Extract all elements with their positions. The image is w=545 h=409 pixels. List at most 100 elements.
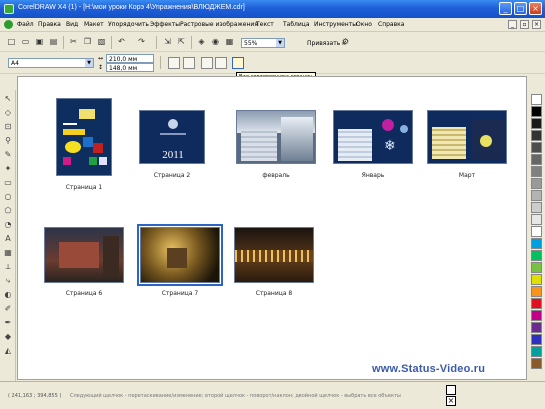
chevron-down-icon[interactable]: ▼ (85, 59, 93, 67)
copy-icon[interactable]: ❐ (82, 36, 93, 47)
menu-tools[interactable]: Инструменты (314, 21, 357, 28)
menu-bitmaps[interactable]: Растровые изображения (180, 21, 258, 28)
menu-table[interactable]: Таблица (283, 21, 310, 28)
outline-tool-icon[interactable]: ✒ (3, 318, 13, 328)
palette-swatch[interactable] (531, 214, 542, 225)
table-tool-icon[interactable]: ▦ (3, 248, 13, 258)
page-thumbnail-2[interactable]: 2011 Страница 2 (137, 110, 207, 190)
import-icon[interactable]: ⇲ (162, 36, 173, 47)
paste-icon[interactable]: ▧ (96, 36, 107, 47)
landscape-button[interactable] (183, 57, 195, 69)
application-launcher-icon[interactable]: ◈ (196, 36, 207, 47)
page-height-field[interactable]: 148,0 мм (106, 63, 154, 72)
basic-shapes-tool-icon[interactable]: ◔ (3, 220, 13, 230)
undo-icon[interactable]: ↶ (116, 36, 127, 47)
menu-help[interactable]: Справка (378, 21, 404, 28)
maximize-button[interactable]: □ (514, 2, 527, 15)
page-sorter-view-button[interactable] (232, 57, 244, 69)
all-pages-button[interactable] (201, 57, 213, 69)
palette-swatch[interactable] (531, 346, 542, 357)
page-thumbnail-4[interactable]: ❄ Январь (331, 110, 415, 190)
menu-arrange[interactable]: Упорядочить (108, 21, 149, 28)
palette-swatch[interactable] (531, 358, 542, 369)
palette-swatch[interactable] (531, 322, 542, 333)
zoom-combo[interactable]: 55% ▼ (241, 38, 285, 48)
palette-swatch[interactable] (531, 154, 542, 165)
options-icon[interactable]: ⚙ (340, 36, 351, 47)
blend-tool-icon[interactable]: ◐ (3, 290, 13, 300)
palette-swatch[interactable] (531, 106, 542, 117)
menu-file[interactable]: Файл (17, 21, 34, 28)
fill-tool-icon[interactable]: ◆ (3, 332, 13, 342)
eyedropper-tool-icon[interactable]: ✐ (3, 304, 13, 314)
palette-swatch[interactable] (531, 130, 542, 141)
connector-tool-icon[interactable]: ⤷ (3, 276, 13, 286)
palette-swatch[interactable] (531, 226, 542, 237)
smart-fill-tool-icon[interactable]: ✦ (3, 164, 13, 174)
palette-swatch[interactable] (531, 142, 542, 153)
full-screen-icon[interactable]: ▦ (224, 36, 235, 47)
palette-swatch[interactable] (531, 310, 542, 321)
palette-swatch[interactable] (531, 166, 542, 177)
palette-swatch[interactable] (531, 94, 542, 105)
page-thumbnail-6[interactable]: Страница 6 (42, 227, 126, 305)
app-window: CorelDRAW X4 (1) - [Н:\мои уроки Корэ 4\… (0, 0, 545, 409)
shape-tool-icon[interactable]: ◇ (3, 108, 13, 118)
menu-edit[interactable]: Правка (38, 21, 61, 28)
fill-indicator[interactable] (446, 385, 456, 395)
palette-swatch[interactable] (531, 274, 542, 285)
portrait-button[interactable] (168, 57, 180, 69)
zoom-tool-icon[interactable]: ⚲ (3, 136, 13, 146)
polygon-tool-icon[interactable]: ⬠ (3, 206, 13, 216)
menu-view[interactable]: Вид (66, 21, 78, 28)
minimize-button[interactable]: _ (499, 2, 512, 15)
page-thumbnail-1[interactable]: Страница 1 (54, 98, 114, 191)
chevron-down-icon[interactable]: ▼ (276, 39, 284, 47)
export-icon[interactable]: ⇱ (176, 36, 187, 47)
page-thumbnail-7[interactable]: Страница 7 (137, 224, 223, 305)
pick-tool-icon[interactable]: ↖ (3, 94, 13, 104)
page-label: Страница 7 (161, 290, 199, 297)
palette-swatch[interactable] (531, 118, 542, 129)
open-folder-icon[interactable]: ▭ (20, 36, 31, 47)
doc-close-button[interactable]: × (532, 20, 541, 29)
palette-swatch[interactable] (531, 178, 542, 189)
status-hint: Следующий щелчок - перетаскивание/измене… (70, 393, 401, 399)
page-sorter-canvas[interactable]: Страница 1 2011 Страница 2 февраль ❄ Янв… (17, 76, 527, 380)
rectangle-tool-icon[interactable]: ▭ (3, 178, 13, 188)
menu-layout[interactable]: Макет (84, 21, 104, 28)
doc-minimize-button[interactable]: _ (508, 20, 517, 29)
page-thumbnail-8[interactable]: Страница 8 (232, 227, 316, 305)
page-size-combo[interactable]: A4 ▼ (8, 58, 94, 68)
ellipse-tool-icon[interactable]: ○ (3, 192, 13, 202)
dimension-tool-icon[interactable]: ⟂ (3, 262, 13, 272)
outline-none-icon[interactable]: × (446, 396, 456, 406)
page-width-field[interactable]: 210,0 мм (106, 54, 154, 63)
redo-icon[interactable]: ↷ (136, 36, 147, 47)
palette-swatch[interactable] (531, 202, 542, 213)
palette-swatch[interactable] (531, 190, 542, 201)
interactive-fill-tool-icon[interactable]: ◭ (3, 346, 13, 356)
menu-effects[interactable]: Эффекты (150, 21, 180, 28)
cut-icon[interactable]: ✂ (68, 36, 79, 47)
menu-window[interactable]: Окно (356, 21, 372, 28)
page-thumbnail-3[interactable]: февраль (234, 110, 318, 190)
text-tool-icon[interactable]: A (3, 234, 13, 244)
page-thumbnail-5[interactable]: Март (425, 110, 509, 190)
palette-swatch[interactable] (531, 238, 542, 249)
welcome-screen-icon[interactable]: ◉ (210, 36, 221, 47)
palette-swatch[interactable] (531, 262, 542, 273)
palette-swatch[interactable] (531, 286, 542, 297)
print-icon[interactable]: ▤ (48, 36, 59, 47)
palette-swatch[interactable] (531, 250, 542, 261)
freehand-tool-icon[interactable]: ✎ (3, 150, 13, 160)
current-page-button[interactable] (215, 57, 227, 69)
doc-restore-button[interactable]: ▫ (520, 20, 529, 29)
crop-tool-icon[interactable]: ⊡ (3, 122, 13, 132)
palette-swatch[interactable] (531, 334, 542, 345)
palette-swatch[interactable] (531, 298, 542, 309)
new-file-icon[interactable]: □ (6, 36, 17, 47)
menu-text[interactable]: Текст (256, 21, 274, 28)
save-icon[interactable]: ▣ (34, 36, 45, 47)
close-button[interactable]: × (529, 2, 542, 15)
